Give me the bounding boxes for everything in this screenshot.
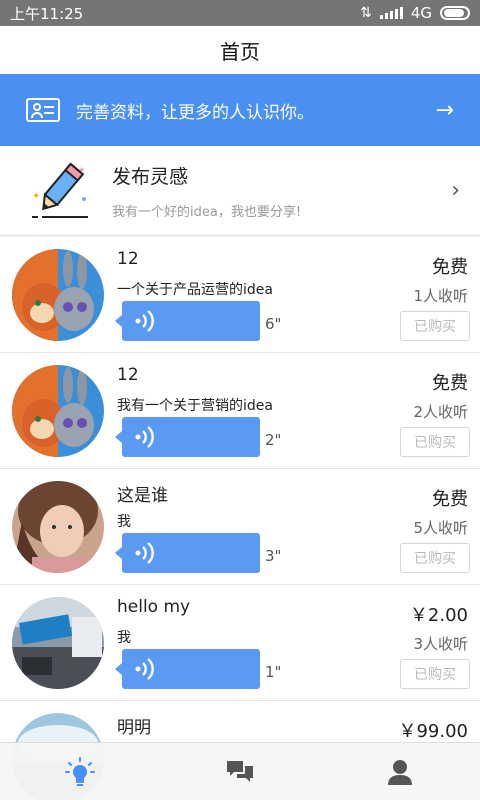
publish-title: 发布灵感 <box>112 165 189 188</box>
audio-duration: 3" <box>265 547 282 565</box>
price-label: 免费 <box>432 257 468 278</box>
voice-play-button[interactable] <box>115 533 260 573</box>
voice-play-button[interactable] <box>115 417 260 457</box>
purchased-button[interactable]: 已购买 <box>400 311 470 341</box>
data-transfer-icon: ⇅ <box>360 5 372 21</box>
chevron-right-icon: › <box>451 178 460 203</box>
list-item[interactable]: 这是谁 我 3" 免费 5人收听 已购买 <box>0 469 480 585</box>
pencil-icon: ✦ ✦ <box>28 159 92 223</box>
avatar <box>12 481 104 573</box>
list-item[interactable]: 12 我有一个关于营销的idea 2" 免费 2人收听 已购买 <box>0 353 480 469</box>
item-description: 我有一个关于营销的idea <box>117 398 273 414</box>
audio-duration: 2" <box>265 431 282 449</box>
avatar <box>12 249 104 341</box>
item-title: 12 <box>117 249 139 269</box>
item-title: 12 <box>117 365 139 385</box>
item-description: 我 <box>117 630 131 646</box>
audio-duration: 1" <box>265 663 282 681</box>
publish-subtitle: 我有一个好的idea，我也要分享! <box>112 204 302 220</box>
signal-icon <box>379 7 403 19</box>
audio-duration: 6" <box>265 315 282 333</box>
complete-profile-banner[interactable]: 完善资料，让更多的人认识你。 → <box>0 74 480 146</box>
sound-wave-icon <box>135 426 154 448</box>
list-item[interactable]: hello my 我 1" ￥2.00 3人收听 已购买 <box>0 585 480 701</box>
item-title: hello my <box>117 597 191 617</box>
tab-inspiration[interactable] <box>0 743 160 800</box>
sound-wave-icon <box>135 310 154 332</box>
svg-text:✦: ✦ <box>78 166 86 176</box>
page-title: 首页 <box>220 39 260 64</box>
voice-play-button[interactable] <box>115 301 260 341</box>
item-description: 一个关于产品运营的idea <box>117 282 273 298</box>
network-type: 4G <box>410 4 432 22</box>
tab-profile[interactable] <box>320 743 480 800</box>
status-bar: 上午11:25 ⇅ 4G <box>0 0 480 26</box>
idea-list: 12 一个关于产品运营的idea 6" 免费 1人收听 已购买 12 我有一个关… <box>0 237 480 800</box>
item-title: 这是谁 <box>117 486 168 506</box>
listener-count: 3人收听 <box>413 635 468 653</box>
listener-count: 2人收听 <box>413 403 468 421</box>
list-item[interactable]: 12 一个关于产品运营的idea 6" 免费 1人收听 已购买 <box>0 237 480 353</box>
item-description: 我 <box>117 514 131 530</box>
tab-messages[interactable] <box>160 743 320 800</box>
publish-texts: 发布灵感 我有一个好的idea，我也要分享! <box>112 162 451 220</box>
id-card-icon <box>26 98 60 122</box>
banner-text: 完善资料，让更多的人认识你。 <box>76 102 314 123</box>
nav-bar: 首页 <box>0 26 480 74</box>
avatar <box>12 597 104 689</box>
status-time: 上午11:25 <box>10 4 84 23</box>
sound-wave-icon <box>135 658 154 680</box>
avatar <box>12 365 104 457</box>
publish-inspiration-row[interactable]: ✦ ✦ 发布灵感 我有一个好的idea，我也要分享! › <box>0 146 480 236</box>
purchased-button[interactable]: 已购买 <box>400 427 470 457</box>
status-icons: ⇅ 4G <box>360 4 470 22</box>
price-label: ￥99.00 <box>398 721 468 742</box>
listener-count: 1人收听 <box>413 287 468 305</box>
purchased-button[interactable]: 已购买 <box>400 659 470 689</box>
chat-bubbles-icon <box>227 760 253 782</box>
arrow-right-icon: → <box>435 97 454 123</box>
svg-text:✦: ✦ <box>32 191 40 202</box>
person-icon <box>388 759 412 785</box>
battery-icon <box>440 6 470 20</box>
item-title: 明明 <box>117 718 151 738</box>
price-label: 免费 <box>432 373 468 394</box>
voice-play-button[interactable] <box>115 649 260 689</box>
listener-count: 5人收听 <box>413 519 468 537</box>
bottom-tab-bar <box>0 742 480 800</box>
purchased-button[interactable]: 已购买 <box>400 543 470 573</box>
price-label: 免费 <box>432 489 468 510</box>
sound-wave-icon <box>135 542 154 564</box>
lightbulb-icon <box>65 756 95 786</box>
price-label: ￥2.00 <box>409 605 468 626</box>
